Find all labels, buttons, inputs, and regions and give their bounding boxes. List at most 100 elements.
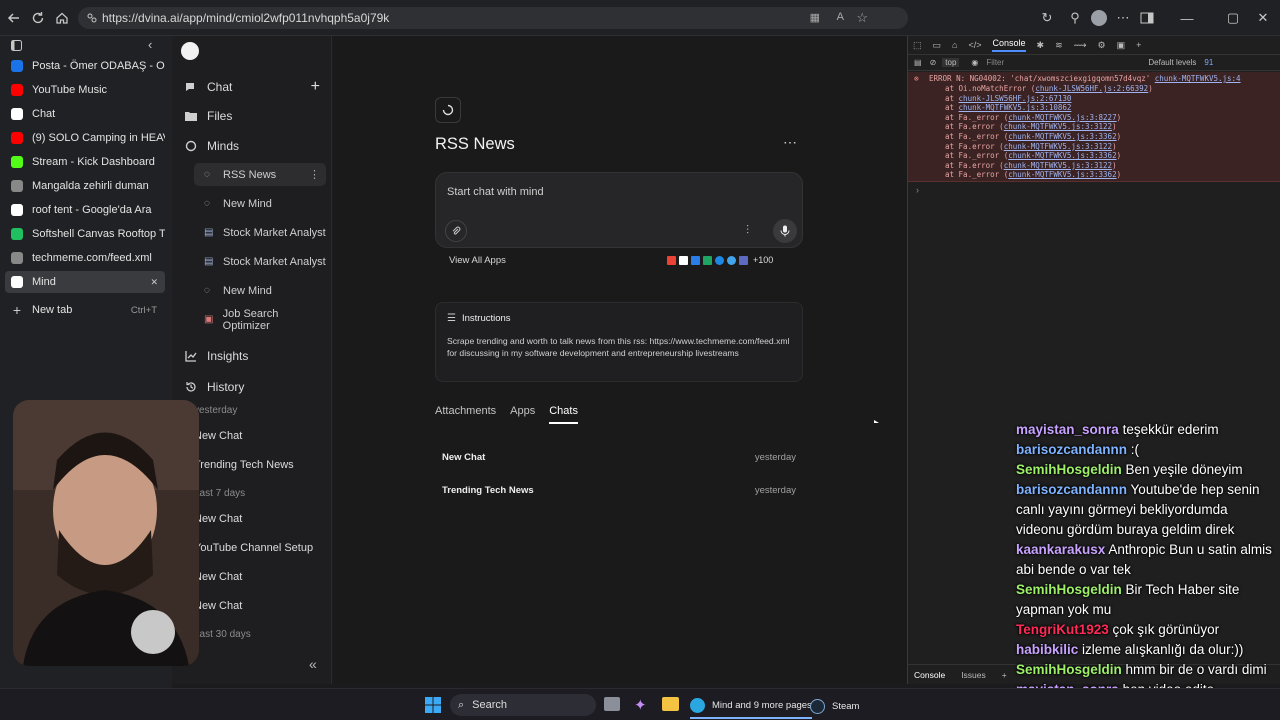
taskbar-search[interactable]: ⌕ Search bbox=[450, 694, 596, 716]
chat-row[interactable]: Trending Tech News yesterday bbox=[435, 479, 803, 501]
view-all-apps-link[interactable]: View All Apps bbox=[449, 255, 506, 266]
close-tab-icon[interactable]: ✕ bbox=[150, 277, 158, 288]
bug-icon[interactable]: ✱ bbox=[1037, 40, 1045, 51]
collapse-sidebar-icon[interactable]: « bbox=[309, 656, 317, 672]
tab-apps[interactable]: Apps bbox=[510, 405, 535, 424]
device-icon[interactable]: ▭ bbox=[933, 40, 942, 51]
nav-files[interactable]: Files bbox=[184, 109, 232, 123]
nav-minds[interactable]: Minds bbox=[184, 139, 239, 153]
drawer-tab-issues[interactable]: Issues bbox=[961, 670, 986, 680]
stack-frame-link[interactable]: chunk-MQTFWKV5.js:3:3362 bbox=[1008, 170, 1116, 179]
tab-chats[interactable]: Chats bbox=[549, 405, 578, 424]
nav-insights[interactable]: Insights bbox=[184, 349, 248, 363]
extension-refresh-icon[interactable]: ↻ bbox=[1038, 9, 1056, 27]
tab-attachments[interactable]: Attachments bbox=[435, 405, 496, 424]
tools-sliders-icon[interactable]: ⫶ bbox=[746, 223, 749, 238]
drawer-tab-console[interactable]: Console bbox=[914, 670, 945, 680]
browser-tab[interactable]: Posta - Ömer ODABAŞ - Outlook bbox=[5, 55, 165, 77]
site-info-icon[interactable] bbox=[86, 12, 98, 24]
maximize-icon[interactable]: ▢ bbox=[1224, 9, 1242, 27]
application-icon[interactable]: ▣ bbox=[1117, 40, 1126, 51]
stack-frame-link[interactable]: chunk-MQTFWKV5.js:3:3122 bbox=[1004, 122, 1112, 131]
file-explorer-icon[interactable] bbox=[662, 697, 679, 711]
app-icons-row[interactable]: +100 bbox=[667, 255, 773, 265]
browser-tab[interactable]: Mind ✕ bbox=[5, 271, 165, 293]
performance-icon[interactable]: ⟿ bbox=[1074, 40, 1087, 51]
new-tab-button[interactable]: + New tab Ctrl+T bbox=[5, 299, 165, 321]
stack-frame-link[interactable]: chunk-MQTFWKV5.js:3:10862 bbox=[959, 103, 1072, 112]
tab-actions-icon[interactable] bbox=[11, 40, 22, 51]
issues-badge[interactable]: 91 bbox=[1204, 58, 1213, 67]
copilot-icon[interactable]: ✦ bbox=[634, 696, 647, 714]
taskbar-edge[interactable]: Mind and 9 more pages bbox=[690, 693, 812, 719]
stack-frame-link[interactable]: chunk-MQTFWKV5.js:3:3122 bbox=[1004, 161, 1112, 170]
more-menu-icon[interactable]: ⋯ bbox=[1114, 9, 1132, 27]
microphone-icon[interactable] bbox=[773, 219, 797, 243]
tab-console[interactable]: Console bbox=[992, 38, 1026, 52]
stack-frame-link[interactable]: chunk-MQTFWKV5.js:3:8227 bbox=[1008, 113, 1116, 122]
history-chat-item[interactable]: New Chat bbox=[194, 430, 242, 442]
back-icon[interactable] bbox=[5, 9, 23, 27]
wifi-icon[interactable]: ≋ bbox=[1055, 40, 1063, 51]
mind-item[interactable]: ▤ Stock Market Analyst bbox=[194, 250, 326, 273]
browser-tab[interactable]: Stream - Kick Dashboard bbox=[5, 151, 165, 173]
history-chat-item[interactable]: YouTube Channel Setup bbox=[194, 542, 313, 554]
browser-tab[interactable]: Chat bbox=[5, 103, 165, 125]
history-chat-item[interactable]: New Chat bbox=[194, 571, 242, 583]
drawer-add-icon[interactable]: + bbox=[1002, 670, 1007, 680]
stack-frame-link[interactable]: chunk-JLSW56HF.js:2:67130 bbox=[959, 94, 1072, 103]
profile-avatar[interactable] bbox=[1090, 9, 1108, 27]
new-chat-plus-icon[interactable]: + bbox=[311, 78, 320, 96]
apps-icon[interactable]: ▦ bbox=[810, 11, 820, 24]
context-select[interactable]: top bbox=[942, 58, 960, 67]
sidebar-toggle-icon[interactable]: ▤ bbox=[914, 58, 922, 67]
instructions-card[interactable]: ☰ Instructions Scrape trending and worth… bbox=[435, 302, 803, 382]
filter-input[interactable]: Filter bbox=[986, 58, 1148, 67]
browser-tab[interactable]: Mangalda zehirli duman bbox=[5, 175, 165, 197]
home-icon[interactable] bbox=[53, 9, 71, 27]
chat-row[interactable]: New Chat yesterday bbox=[435, 446, 803, 468]
mind-options-icon[interactable]: ⋯ bbox=[783, 134, 797, 151]
nav-chat[interactable]: Chat + bbox=[184, 78, 320, 96]
collapse-tabs-icon[interactable]: ‹ bbox=[148, 37, 152, 52]
browser-tab[interactable]: Softshell Canvas Rooftop Tent | CRO bbox=[5, 223, 165, 245]
mind-item[interactable]: ◌ RSS News ⋮ bbox=[194, 163, 326, 186]
favorite-star-icon[interactable]: ☆ bbox=[856, 10, 868, 26]
nav-history[interactable]: History bbox=[184, 380, 244, 394]
eye-icon[interactable]: ◉ bbox=[971, 58, 978, 67]
browser-tab[interactable]: roof tent - Google'da Ara bbox=[5, 199, 165, 221]
settings-gear-icon[interactable]: ⚙ bbox=[1098, 40, 1106, 51]
welcome-icon[interactable]: ⌂ bbox=[952, 40, 957, 50]
chat-input[interactable]: Start chat with mind bbox=[447, 186, 544, 198]
windows-start-icon[interactable] bbox=[425, 697, 441, 713]
history-chat-item[interactable]: Trending Tech News bbox=[194, 459, 294, 471]
add-panel-icon[interactable]: + bbox=[1136, 40, 1141, 50]
clear-console-icon[interactable]: ⊘ bbox=[930, 58, 937, 67]
split-screen-icon[interactable] bbox=[1138, 9, 1156, 27]
browser-tab[interactable]: techmeme.com/feed.xml bbox=[5, 247, 165, 269]
stack-frame-link[interactable]: chunk-MQTFWKV5.js:3:3362 bbox=[1008, 151, 1116, 160]
browser-tab[interactable]: YouTube Music bbox=[5, 79, 165, 101]
stack-frame-link[interactable]: chunk-MQTFWKV5.js:3:3362 bbox=[1008, 132, 1116, 141]
levels-select[interactable]: Default levels bbox=[1148, 58, 1196, 67]
taskbar-steam[interactable]: Steam bbox=[810, 693, 859, 719]
attach-paperclip-icon[interactable] bbox=[445, 220, 467, 242]
close-window-icon[interactable]: ✕ bbox=[1254, 9, 1272, 27]
refresh-icon[interactable] bbox=[29, 9, 47, 27]
address-bar[interactable]: https://dvina.ai/app/mind/cmiol2wfp011nv… bbox=[78, 7, 908, 29]
history-chat-item[interactable]: New Chat bbox=[194, 513, 242, 525]
minimize-icon[interactable]: — bbox=[1178, 9, 1196, 27]
elements-icon[interactable]: </> bbox=[968, 40, 981, 50]
mind-item[interactable]: ◌ New Mind bbox=[194, 192, 326, 215]
app-logo[interactable] bbox=[181, 42, 199, 60]
browser-tab[interactable]: (9) SOLO Camping in HEAVY RAIN | C bbox=[5, 127, 165, 149]
stack-frame-link[interactable]: chunk-JLSW56HF.js:2:66392 bbox=[1035, 84, 1148, 93]
history-chat-item[interactable]: New Chat bbox=[194, 600, 242, 612]
inspect-icon[interactable]: ⬚ bbox=[913, 40, 922, 51]
task-view-icon[interactable] bbox=[604, 697, 620, 711]
read-aloud-icon[interactable]: A bbox=[837, 11, 844, 23]
extensions-icon[interactable]: ⚲ bbox=[1066, 9, 1084, 27]
mind-item[interactable]: ◌ New Mind bbox=[194, 279, 326, 302]
mind-item[interactable]: ▣ Job Search Optimizer bbox=[194, 308, 326, 332]
mind-item[interactable]: ▤ Stock Market Analyst bbox=[194, 221, 326, 244]
